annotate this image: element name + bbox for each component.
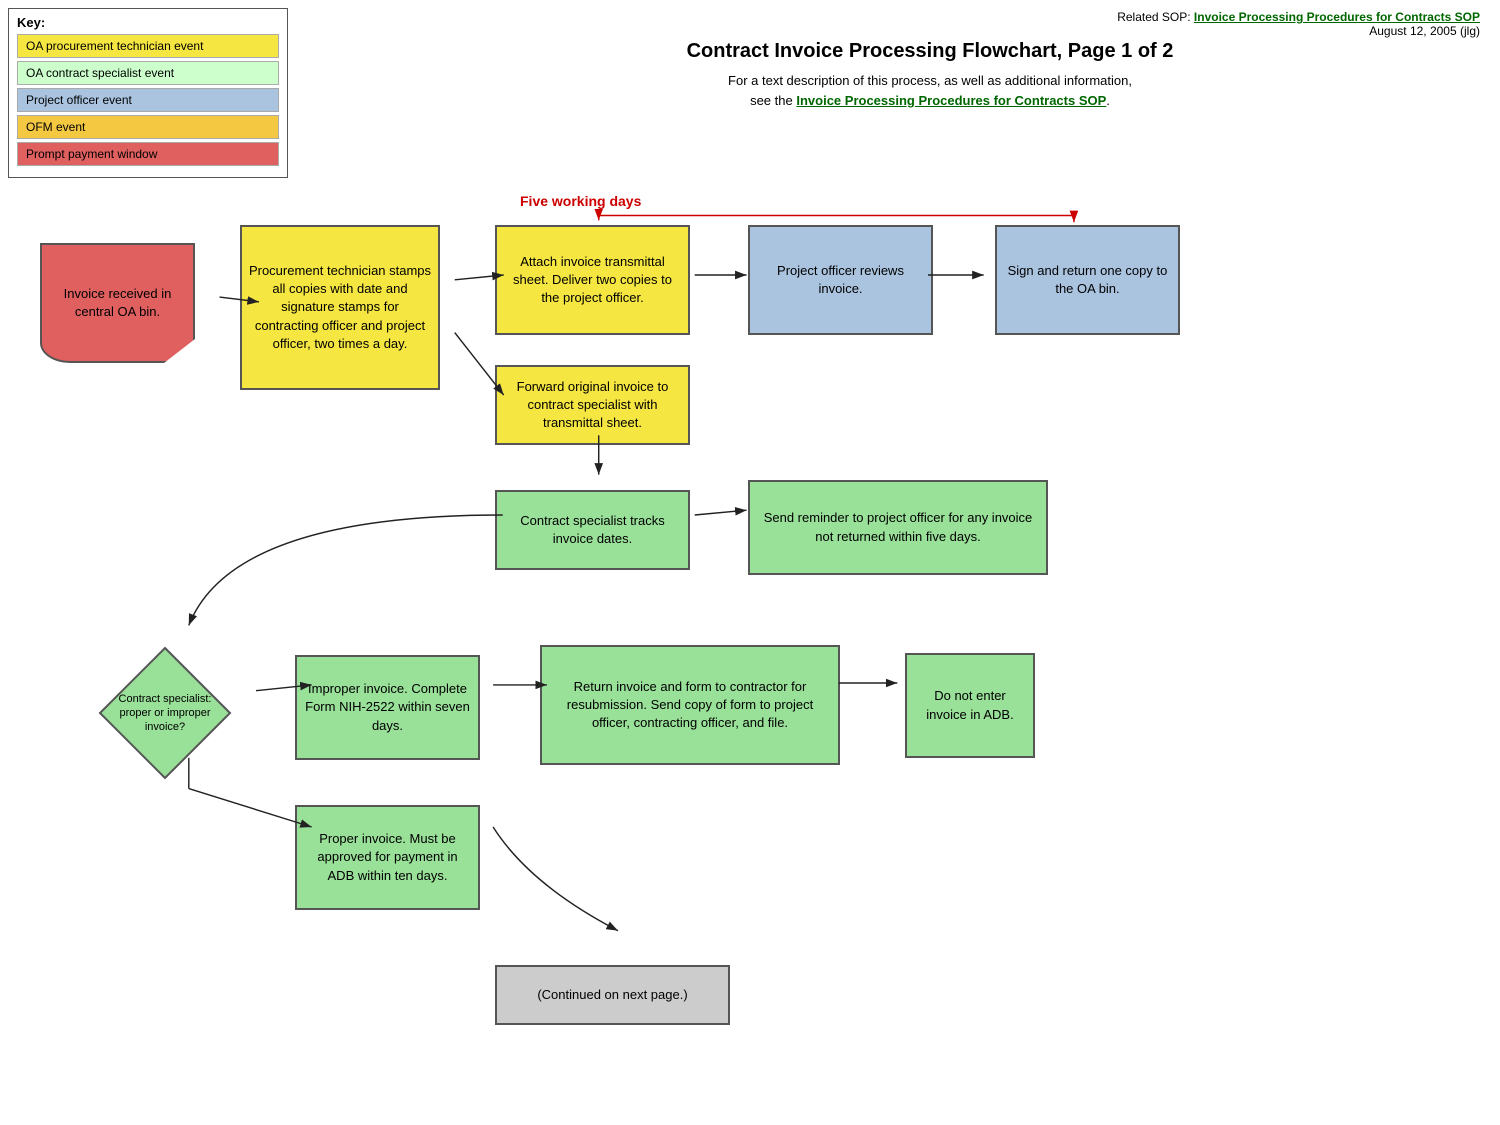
diamond-label: Contract specialist: proper or improper … (115, 663, 215, 763)
project-officer-reviews-box: Project officer reviews invoice. (748, 225, 933, 335)
legend-item-yellow: OA procurement technician event (17, 34, 279, 58)
date-label: August 12, 2005 (jlg) (1369, 24, 1480, 38)
forward-original-box: Forward original invoice to contract spe… (495, 365, 690, 445)
page-title: Contract Invoice Processing Flowchart, P… (380, 40, 1480, 63)
header: Related SOP: Invoice Processing Procedur… (1117, 10, 1480, 38)
continued-box: (Continued on next page.) (495, 965, 730, 1025)
legend-item-orange: OFM event (17, 115, 279, 139)
legend-item-blue: Project officer event (17, 88, 279, 112)
legend-item-green: OA contract specialist event (17, 61, 279, 85)
return-invoice-box: Return invoice and form to contractor fo… (540, 645, 840, 765)
diamond-shape: Contract specialist: proper or improper … (95, 643, 235, 783)
invoice-received-box: Invoice received in central OA bin. (40, 243, 195, 363)
do-not-enter-box: Do not enter invoice in ADB. (905, 653, 1035, 758)
sop-link-header[interactable]: Invoice Processing Procedures for Contra… (1194, 10, 1480, 24)
title-area: Contract Invoice Processing Flowchart, P… (380, 40, 1480, 110)
description-text: For a text description of this process, … (380, 71, 1480, 110)
sign-return-box: Sign and return one copy to the OA bin. (995, 225, 1180, 335)
legend-title: Key: (17, 15, 279, 30)
attach-transmittal-box: Attach invoice transmittal sheet. Delive… (495, 225, 690, 335)
related-sop-label: Related SOP: (1117, 10, 1190, 24)
diamond-container: Contract specialist: proper or improper … (95, 643, 235, 783)
improper-invoice-box: Improper invoice. Complete Form NIH-2522… (295, 655, 480, 760)
flowchart-container: Five working days Invoice received in ce… (30, 155, 1490, 1115)
five-days-label: Five working days (520, 193, 641, 209)
contract-specialist-tracks-box: Contract specialist tracks invoice dates… (495, 490, 690, 570)
legend-box: Key: OA procurement technician event OA … (8, 8, 288, 178)
send-reminder-box: Send reminder to project officer for any… (748, 480, 1048, 575)
proper-invoice-box: Proper invoice. Must be approved for pay… (295, 805, 480, 910)
sop-link-body[interactable]: Invoice Processing Procedures for Contra… (796, 93, 1106, 108)
procurement-technician-box: Procurement technician stamps all copies… (240, 225, 440, 390)
